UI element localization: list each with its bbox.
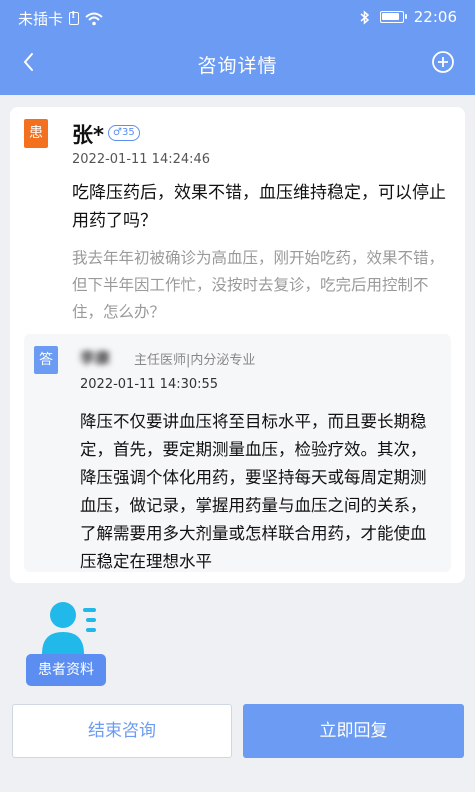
reply-now-button[interactable]: 立即回复 — [243, 704, 464, 758]
question-detail: 我去年年初被确诊为高血压，刚开始吃药，效果不错，但下半年因工作忙，没按时去复诊，… — [72, 249, 445, 321]
person-profile-icon — [42, 602, 96, 654]
bluetooth-icon — [360, 9, 370, 25]
wifi-icon — [85, 12, 103, 26]
page-title: 咨询详情 — [197, 55, 278, 77]
patient-info-label: 患者资料 — [26, 654, 106, 686]
plus-circle-icon — [432, 51, 454, 73]
battery-icon — [379, 11, 407, 23]
gender-age-tag: ♂35 — [108, 125, 140, 141]
clock: 22:06 — [413, 8, 457, 26]
answer-badge: 答 — [34, 346, 58, 374]
patient-name: 张* — [72, 123, 104, 147]
carrier-label: 未插卡 — [18, 10, 64, 28]
status-bar: 未插卡 22:06 — [0, 0, 475, 36]
sim-icon — [69, 10, 80, 25]
doctor-name: 李康 — [80, 349, 111, 367]
answer-text: 降压不仅要讲血压将至目标水平，而且要长期稳定，首先，要定期测量血压，检验疗效。其… — [80, 412, 427, 571]
patient-info-button[interactable]: 患者资料 — [26, 598, 106, 690]
nav-bar: 咨询详情 — [0, 36, 475, 92]
header: 未插卡 22:06 咨询详情 — [0, 0, 475, 95]
answer-block: 答 李康 主任医师|内分泌专业 2022-01-11 14:30:55 降压不仅… — [24, 334, 451, 572]
consultation-card: 患 张* ♂35 2022-01-11 14:24:46 吃降压药后，效果不错，… — [10, 107, 465, 583]
answer-time: 2022-01-11 14:30:55 — [80, 377, 219, 392]
question-time: 2022-01-11 14:24:46 — [72, 152, 211, 167]
question-text: 吃降压药后，效果不错，血压维持稳定，可以停止用药了吗？ — [72, 183, 446, 231]
doctor-title: 主任医师|内分泌专业 — [134, 353, 256, 368]
patient-badge: 患 — [24, 119, 48, 148]
add-button[interactable] — [431, 50, 455, 74]
end-consultation-button[interactable]: 结束咨询 — [12, 704, 232, 758]
